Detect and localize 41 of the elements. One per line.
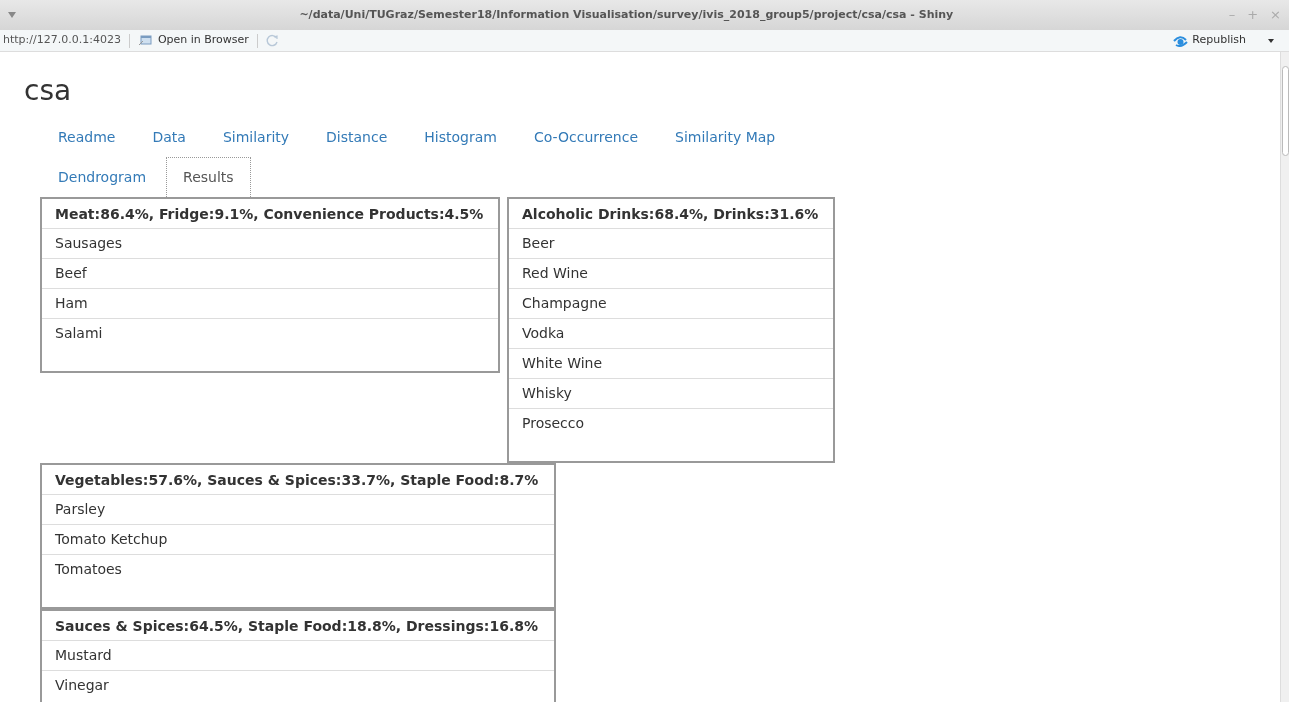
open-in-browser-button[interactable]: Open in Browser (137, 32, 249, 49)
table-cell-text: Vinegar (54, 676, 110, 695)
tab[interactable]: Similarity (205, 117, 307, 157)
refresh-icon[interactable] (265, 34, 279, 47)
url-text: http://127.0.0.1:4023 (3, 32, 121, 49)
tab[interactable]: Distance (309, 117, 405, 157)
table-cell: Parsley (42, 495, 554, 525)
table-header: Sauces & Spices:64.5%, Staple Food:18.8%, Dressings:16.8% (42, 611, 554, 641)
table-cell: White Wine (509, 349, 833, 379)
table-cell: Ham (42, 289, 498, 319)
browser-window-icon (137, 35, 152, 46)
scrollbar[interactable] (1280, 52, 1289, 702)
tab[interactable]: Results (166, 157, 251, 197)
tab[interactable]: Similarity Map (658, 117, 793, 157)
dropdown-caret-icon[interactable] (1268, 38, 1274, 43)
table-cell-text: Prosecco (521, 414, 586, 433)
scrollbar-thumb[interactable] (1281, 66, 1289, 156)
tab[interactable]: Readme (41, 117, 133, 157)
table-header: Vegetables:57.6%, Sauces & Spices:33.7%, Staple Food:8.7% (42, 465, 554, 495)
menu-caret-icon[interactable] (8, 12, 16, 18)
table-cell: Beer (509, 229, 833, 259)
table-cell: Sausages (42, 229, 498, 259)
tab[interactable]: Dendrogram (41, 157, 164, 197)
tab[interactable]: Co-Occurrence (516, 117, 655, 157)
table-cell-text: Tomatoes (54, 560, 123, 579)
tab[interactable]: Data (135, 117, 203, 157)
republish-button[interactable]: Republish (1172, 32, 1246, 49)
table-cell: Champagne (509, 289, 833, 319)
table-header: Meat:86.4%, Fridge:9.1%, Convenience Products:4.5% (42, 199, 498, 229)
publish-icon (1172, 34, 1190, 47)
window-title: ~/data/Uni/TUGraz/Semester18/Information Visualisation/survey/ivis_2018_group5/project/csa/csa - Shiny (298, 6, 955, 23)
table-header: Alcoholic Drinks:68.4%, Drinks:31.6% (509, 199, 833, 229)
table-cell: Whisky (509, 379, 833, 409)
app-title: csa (24, 74, 73, 108)
table-cell: Beef (42, 259, 498, 289)
table-cell: Mustard (42, 641, 554, 671)
table-cell: Tomato Ketchup (42, 525, 554, 555)
table-cell: Vodka (509, 319, 833, 349)
table-cell: Red Wine (509, 259, 833, 289)
tab[interactable]: Histogram (407, 117, 514, 157)
table-cell-text: Salami (54, 324, 104, 343)
